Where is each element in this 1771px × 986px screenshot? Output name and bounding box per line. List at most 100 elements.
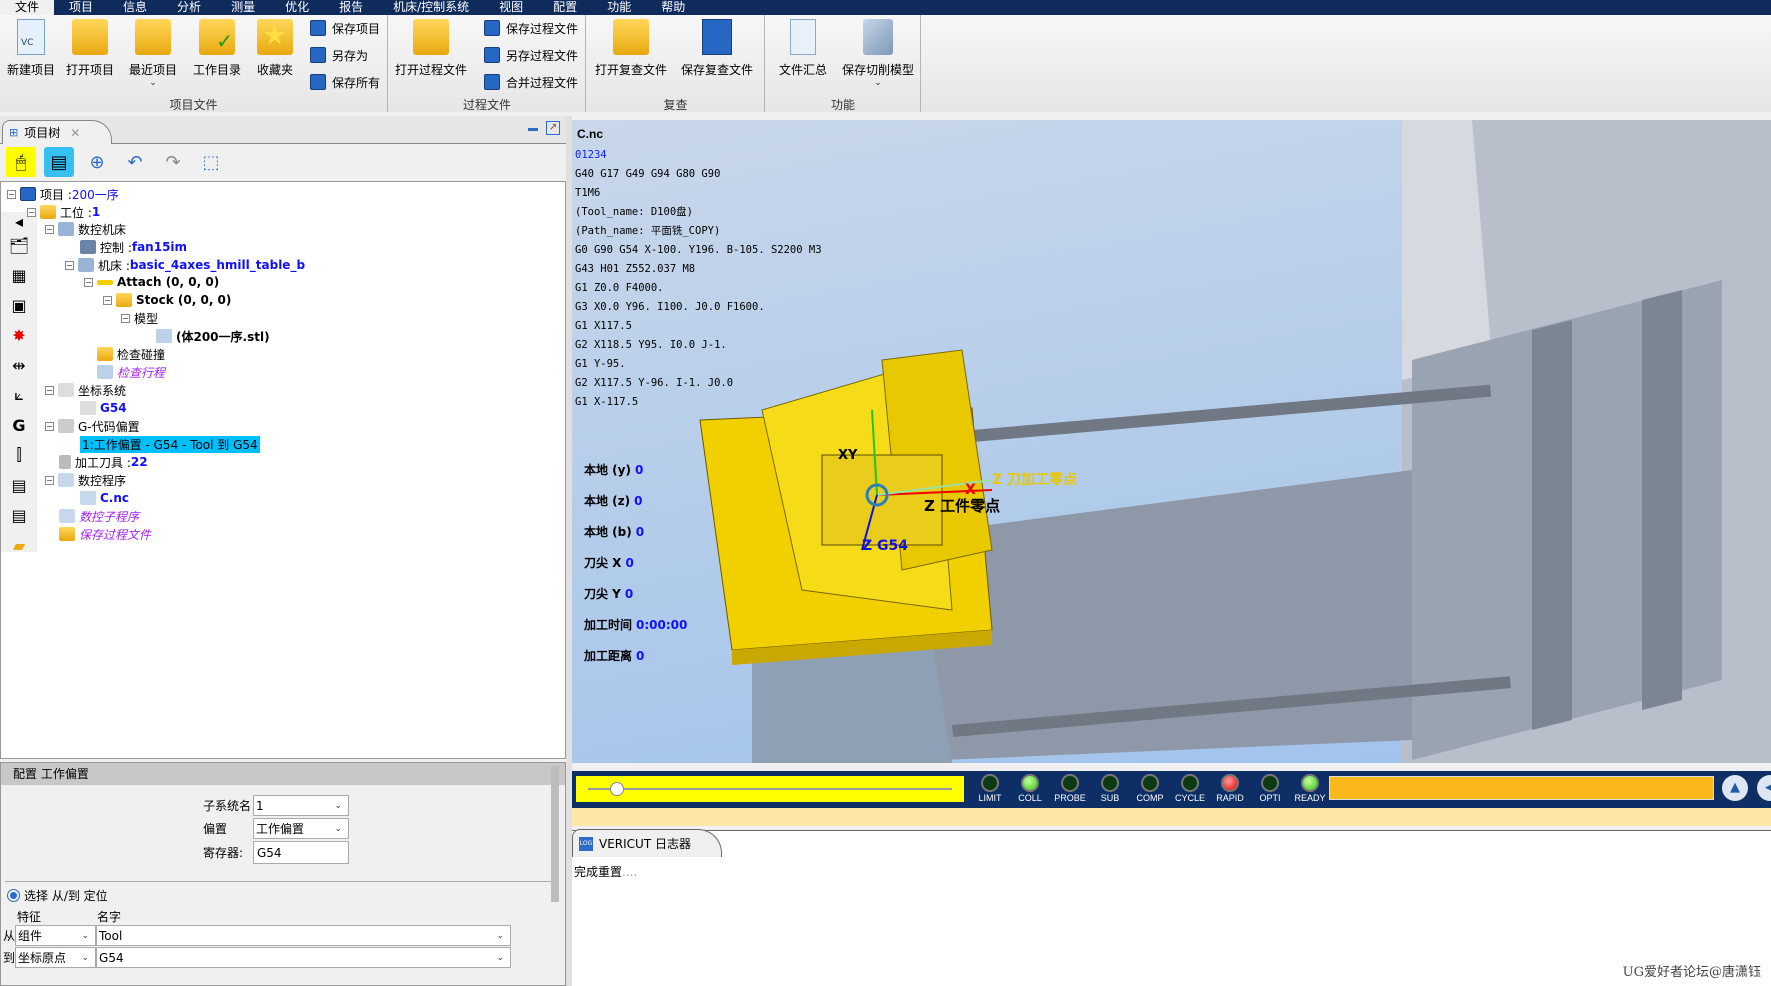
tree-side-toolbar: ◂ 🗂 ▦ ▣ ✸ ⇹ ⟀ G ⫿ ▤ ▤ ▰ <box>1 212 37 555</box>
slider-thumb[interactable] <box>610 782 625 796</box>
tree-node-stock[interactable]: − Stock (0, 0, 0) <box>103 291 231 309</box>
gcode-offset-icon[interactable]: G <box>1 410 37 440</box>
menu-file[interactable]: 文件 <box>0 0 55 15</box>
collision-icon[interactable]: ✸ <box>1 320 37 350</box>
menu-help[interactable]: 帮助 <box>646 0 700 15</box>
recent-projects-button[interactable]: 最近项目 ⌄ <box>122 19 184 88</box>
tab-vericut-logger[interactable]: LOG VERICUT 日志器 <box>572 829 722 857</box>
offset-select[interactable]: 工作偏置 ⌄ <box>253 818 349 839</box>
save-all-button[interactable]: 保存所有 <box>310 72 380 92</box>
save-process-file-button[interactable]: 保存过程文件 <box>484 18 578 38</box>
tree-node-subprograms[interactable]: 数控子程序 <box>59 507 139 525</box>
machine-icon <box>78 258 94 272</box>
form-view-icon[interactable]: ▤ <box>44 147 74 177</box>
tool-icon[interactable]: ⫿ <box>1 440 37 470</box>
menu-report[interactable]: 报告 <box>324 0 378 15</box>
open-project-button[interactable]: 打开项目 <box>59 19 121 78</box>
merge-process-file-button[interactable]: 合并过程文件 <box>484 72 578 92</box>
status-led-limit: LIMIT <box>970 774 1010 803</box>
setup-icon[interactable]: 🗂 <box>1 230 37 260</box>
file-summary-button[interactable]: 文件汇总 <box>772 19 834 78</box>
tree-node-control[interactable]: 控制 : fan15im <box>80 238 187 256</box>
favorites-button[interactable]: ★ 收藏夹 <box>244 19 306 78</box>
menu-info[interactable]: 信息 <box>108 0 162 15</box>
tree-node-nc-machine[interactable]: − 数控机床 <box>45 220 126 238</box>
machine-icon[interactable]: ▣ <box>1 290 37 320</box>
tree-node-work-offset[interactable]: 1:工作偏置 - G54 - Tool 到 G54 <box>80 435 260 453</box>
process-folder-icon[interactable]: ▰ <box>1 530 37 560</box>
menu-config[interactable]: 配置 <box>538 0 592 15</box>
tree-node-gcode-offsets[interactable]: − G-代码偏置 <box>45 417 140 435</box>
from-feature-select[interactable]: 组件 ⌄ <box>15 925 97 946</box>
gcode-line: G2 X118.5 Y95. I0.0 J-1. <box>575 339 727 351</box>
led-label: COLL <box>1018 793 1042 803</box>
subprogram-icon[interactable]: ▤ <box>1 500 37 530</box>
tab-project-tree[interactable]: ⊞ 项目树 ✕ <box>2 120 112 144</box>
tree-node-g54[interactable]: G54 <box>80 399 127 417</box>
work-directory-button[interactable]: ✓ 工作目录 <box>186 19 248 78</box>
redo-icon[interactable]: ↷ <box>158 147 188 177</box>
status-led-comp: COMP <box>1130 774 1170 803</box>
menu-machine-control[interactable]: 机床/控制系统 <box>378 0 484 15</box>
star-folder-icon: ★ <box>257 19 293 55</box>
readout-local-y: 本地 (y) 0 <box>584 463 644 477</box>
export-model-icon[interactable]: ⬚ <box>196 147 226 177</box>
status-band <box>572 808 1771 826</box>
minimize-icon[interactable] <box>528 128 538 131</box>
play-back-button[interactable]: ◀ <box>1757 775 1771 801</box>
tree-node-collision[interactable]: 检查碰撞 <box>97 345 165 363</box>
menu-project[interactable]: 项目 <box>54 0 108 15</box>
new-project-button[interactable]: VC 新建项目 <box>0 19 62 78</box>
csys-icon[interactable]: ⟀ <box>1 380 37 410</box>
save-process-as-button[interactable]: 另存过程文件 <box>484 45 578 65</box>
open-process-file-button[interactable]: 打开过程文件 <box>393 19 469 78</box>
from-to-radio[interactable]: 选择 从/到 定位 <box>7 887 108 904</box>
ip-floppy-pen-icon <box>484 47 500 63</box>
register-input[interactable]: G54 <box>253 841 349 864</box>
menu-analysis[interactable]: 分析 <box>162 0 216 15</box>
tree-node-saved-process[interactable]: 保存过程文件 <box>59 525 151 543</box>
close-icon[interactable]: ✕ <box>70 126 80 140</box>
travel-icon[interactable]: ⇹ <box>1 350 37 380</box>
tree-node-stl[interactable]: (体200一序.stl) <box>156 327 270 345</box>
tree-node-setup[interactable]: − 工位 : 1 <box>27 203 100 221</box>
undo-icon[interactable]: ↶ <box>120 147 150 177</box>
menu-optimize[interactable]: 优化 <box>270 0 324 15</box>
to-feature-select[interactable]: 坐标原点 ⌄ <box>15 947 97 968</box>
save-project-button[interactable]: 保存项目 <box>310 18 380 38</box>
save-review-file-button[interactable]: 保存复查文件 <box>677 19 757 78</box>
menu-view[interactable]: 视图 <box>484 0 538 15</box>
tree-node-cnc[interactable]: C.nc <box>80 489 129 507</box>
nc-program-icon[interactable]: ▤ <box>1 470 37 500</box>
save-cut-model-button[interactable]: 保存切削模型 ⌄ <box>838 19 918 88</box>
add-component-icon[interactable]: ⊕ <box>82 147 112 177</box>
menu-function[interactable]: 功能 <box>592 0 646 15</box>
tree-node-project[interactable]: − 项目 : 200一序 <box>7 185 119 203</box>
config-scrollbar[interactable] <box>551 766 559 902</box>
from-name-select[interactable]: Tool ⌄ <box>96 925 512 946</box>
control-icon[interactable]: ▦ <box>1 260 37 290</box>
tree-node-machine[interactable]: − 机床 : basic_4axes_hmill_table_b <box>65 256 305 274</box>
led-label: OPTI <box>1259 793 1281 803</box>
tree-node-nc-programs[interactable]: − 数控程序 <box>45 471 126 489</box>
subsystem-select[interactable]: 1 ⌄ <box>253 795 349 816</box>
maximize-icon[interactable]: ↗ <box>546 121 560 135</box>
save-as-button[interactable]: 另存为 <box>310 45 368 65</box>
speed-slider[interactable] <box>576 776 964 802</box>
menu-measure[interactable]: 测量 <box>216 0 270 15</box>
reset-model-button[interactable]: ▲ <box>1722 775 1748 801</box>
group-title: 复查 <box>663 98 688 112</box>
tree-node-travel[interactable]: 检查行程 <box>97 363 165 381</box>
open-review-file-button[interactable]: 打开复查文件 <box>591 19 671 78</box>
machine-rail <box>1642 290 1682 710</box>
log-output: 完成重置.... <box>574 865 638 879</box>
3d-viewport[interactable]: C.nc 01234 G40 G17 G49 G94 G80 G90 T1M6 … <box>572 120 1771 763</box>
to-name-select[interactable]: G54 ⌄ <box>96 947 512 968</box>
mouse-select-icon[interactable]: 🖱 <box>6 147 36 177</box>
tree-node-tools[interactable]: 加工刀具 : 22 <box>59 453 148 471</box>
radio-selected-icon[interactable] <box>7 889 20 902</box>
tree-node-model[interactable]: − 模型 <box>121 309 158 327</box>
tree-node-csys[interactable]: − 坐标系统 <box>45 381 126 399</box>
led-indicator-icon <box>1021 774 1039 792</box>
tree-node-attach[interactable]: − Attach (0, 0, 0) <box>84 273 219 291</box>
